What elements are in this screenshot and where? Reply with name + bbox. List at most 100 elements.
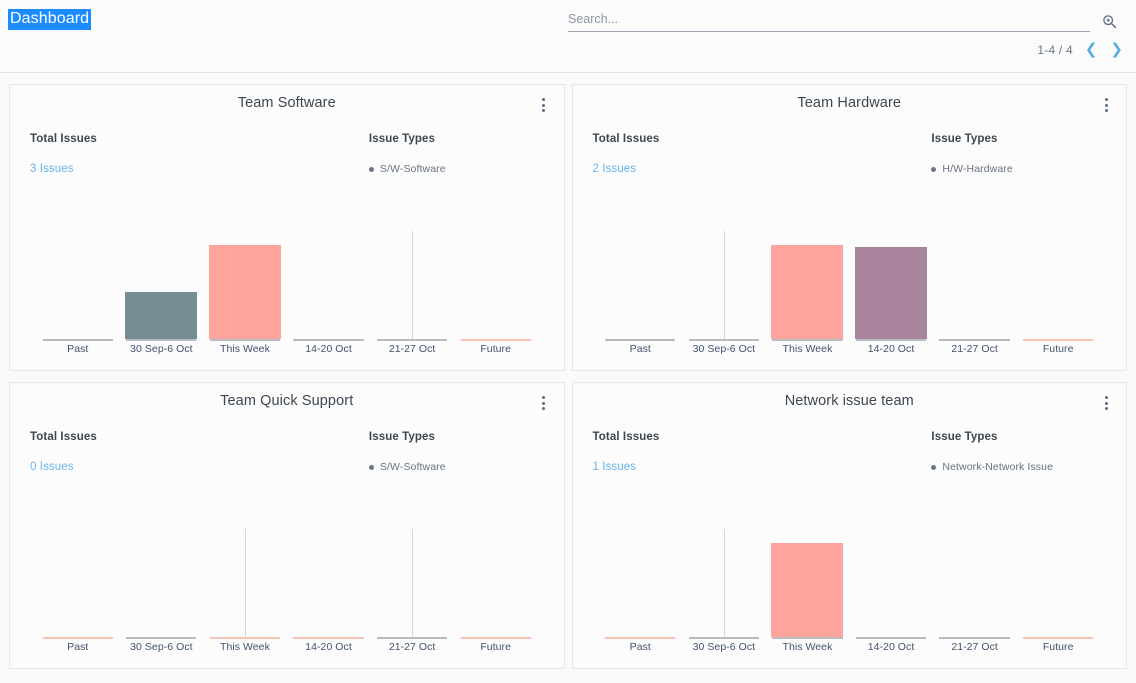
dashboard-card: Network issue team Total Issues 1 Issues Is… (571, 382, 1127, 669)
chart-gridline (244, 529, 246, 637)
chart-bucket (599, 529, 683, 637)
chart-bucket (36, 529, 120, 637)
axis-tick: This Week (766, 339, 850, 356)
chart-plot-area (599, 231, 1101, 339)
issue-types-heading: Issue Types (368, 133, 435, 145)
chart-bucket (203, 529, 287, 637)
axis-tick-label: 21-27 Oct (388, 343, 436, 355)
total-issues-heading: Total Issues (592, 133, 660, 145)
axis-tick-label: Past (67, 343, 89, 355)
axis-tick: Past (36, 339, 120, 356)
chart-bar[interactable] (855, 247, 928, 339)
kebab-menu-icon[interactable] (537, 97, 551, 113)
card-title: Team Quick Support (220, 393, 354, 409)
search-input[interactable] (568, 11, 1090, 32)
total-issues-link[interactable]: 1 Issues (593, 461, 637, 473)
axis-segment (460, 339, 531, 341)
chart-bucket (682, 231, 766, 339)
axis-segment (460, 637, 531, 639)
issue-types-heading: Issue Types (931, 133, 998, 145)
axis-tick-label: This Week (220, 641, 270, 653)
chart-plot-area (599, 529, 1101, 637)
total-issues-link[interactable]: 2 Issues (593, 163, 637, 175)
total-issues-column: Total Issues 1 Issues (593, 431, 932, 475)
axis-segment (939, 637, 1010, 639)
dashboard-card: Team Hardware Total Issues 2 Issues Issue T… (571, 84, 1127, 371)
chart-x-axis: Past 30 Sep-6 Oct This Week 14-20 Oct 21-27 … (36, 637, 538, 654)
chart-bar[interactable] (208, 245, 281, 339)
chart-gridline (412, 529, 414, 637)
chart-bucket (454, 529, 538, 637)
chart-x-axis: Past 30 Sep-6 Oct This Week 14-20 Oct 21-27 … (599, 339, 1101, 356)
legend-dot-icon (368, 166, 374, 172)
axis-segment (42, 637, 113, 639)
chart-bucket (849, 529, 933, 637)
chart-bucket (849, 231, 933, 339)
issues-bar-chart: Past 30 Sep-6 Oct This Week 14-20 Oct 21-27 … (599, 231, 1101, 356)
card-title: Network issue team (784, 393, 914, 409)
chart-bucket (454, 231, 538, 339)
axis-segment (772, 637, 843, 639)
dashboard-card: Team Quick Support Total Issues 0 Issues Is… (9, 382, 565, 669)
axis-tick: 14-20 Oct (849, 339, 933, 356)
issue-types-heading: Issue Types (931, 431, 998, 443)
total-issues-link[interactable]: 0 Issues (30, 461, 74, 473)
axis-segment (855, 637, 927, 639)
axis-tick-label: Future (480, 343, 511, 355)
axis-tick-label: 21-27 Oct (951, 641, 998, 653)
axis-tick: 21-27 Oct (370, 339, 454, 356)
legend-label: S/W-Software (379, 461, 446, 473)
chart-x-axis: Past 30 Sep-6 Oct This Week 14-20 Oct 21-27 … (36, 339, 538, 356)
chart-bar[interactable] (771, 543, 844, 637)
chart-bucket (370, 231, 454, 339)
axis-tick: 14-20 Oct (287, 339, 371, 356)
legend-label: Network-Network Issue (942, 461, 1054, 473)
legend-item: S/W-Software (368, 461, 544, 473)
chart-bar[interactable] (771, 245, 844, 339)
issue-types-column: Issue Types S/W-Software (368, 133, 544, 177)
chart-plot-area (36, 529, 538, 637)
chart-bucket (203, 231, 287, 339)
issue-types-column: Issue Types H/W-Hardware (931, 133, 1106, 177)
axis-segment (293, 339, 364, 341)
axis-tick-label: Past (67, 641, 89, 653)
legend-label: H/W-Hardware (942, 163, 1013, 175)
axis-tick-label: This Week (782, 641, 833, 653)
axis-tick: 30 Sep-6 Oct (120, 637, 204, 654)
axis-tick: Future (454, 637, 538, 654)
kebab-menu-icon[interactable] (1099, 97, 1113, 113)
axis-tick: 21-27 Oct (933, 637, 1017, 654)
chart-bucket (120, 529, 204, 637)
axis-segment (772, 339, 843, 341)
chevron-left-icon[interactable]: ❮ (1084, 42, 1099, 57)
issue-types-column: Issue Types S/W-Software (368, 431, 544, 475)
card-title: Team Software (237, 95, 336, 111)
total-issues-link[interactable]: 3 Issues (30, 163, 74, 175)
axis-tick-label: 14-20 Oct (305, 343, 352, 355)
chart-bucket (1016, 529, 1100, 637)
chevron-right-icon[interactable]: ❯ (1109, 42, 1124, 57)
card-summary-row: Total Issues 1 Issues Issue Types Network-N… (573, 431, 1127, 475)
axis-segment (376, 339, 448, 341)
card-summary-row: Total Issues 3 Issues Issue Types S/W-Softw… (10, 133, 564, 177)
page-title: Dashboard (8, 9, 92, 30)
chart-bar[interactable] (125, 292, 198, 339)
axis-tick: 30 Sep-6 Oct (682, 637, 766, 654)
axis-tick: 30 Sep-6 Oct (120, 339, 204, 356)
dashboard-grid: Team Software Total Issues 3 Issues Issue T… (0, 73, 1136, 669)
issues-bar-chart: Past 30 Sep-6 Oct This Week 14-20 Oct 21-27 … (36, 231, 538, 356)
total-issues-column: Total Issues 3 Issues (30, 133, 369, 177)
kebab-menu-icon[interactable] (1099, 395, 1113, 411)
axis-tick: Future (1016, 339, 1100, 356)
axis-segment (126, 637, 197, 639)
total-issues-heading: Total Issues (592, 431, 660, 443)
chart-bucket (370, 529, 454, 637)
axis-tick-label: Future (1042, 641, 1074, 653)
chart-bucket (766, 529, 850, 637)
search-icon[interactable] (1098, 11, 1120, 32)
kebab-menu-icon[interactable] (537, 395, 551, 411)
axis-tick: Past (599, 339, 683, 356)
chart-bucket (599, 231, 683, 339)
card-summary-row: Total Issues 2 Issues Issue Types H/W-Hardw… (573, 133, 1127, 177)
legend-item: H/W-Hardware (931, 163, 1106, 175)
